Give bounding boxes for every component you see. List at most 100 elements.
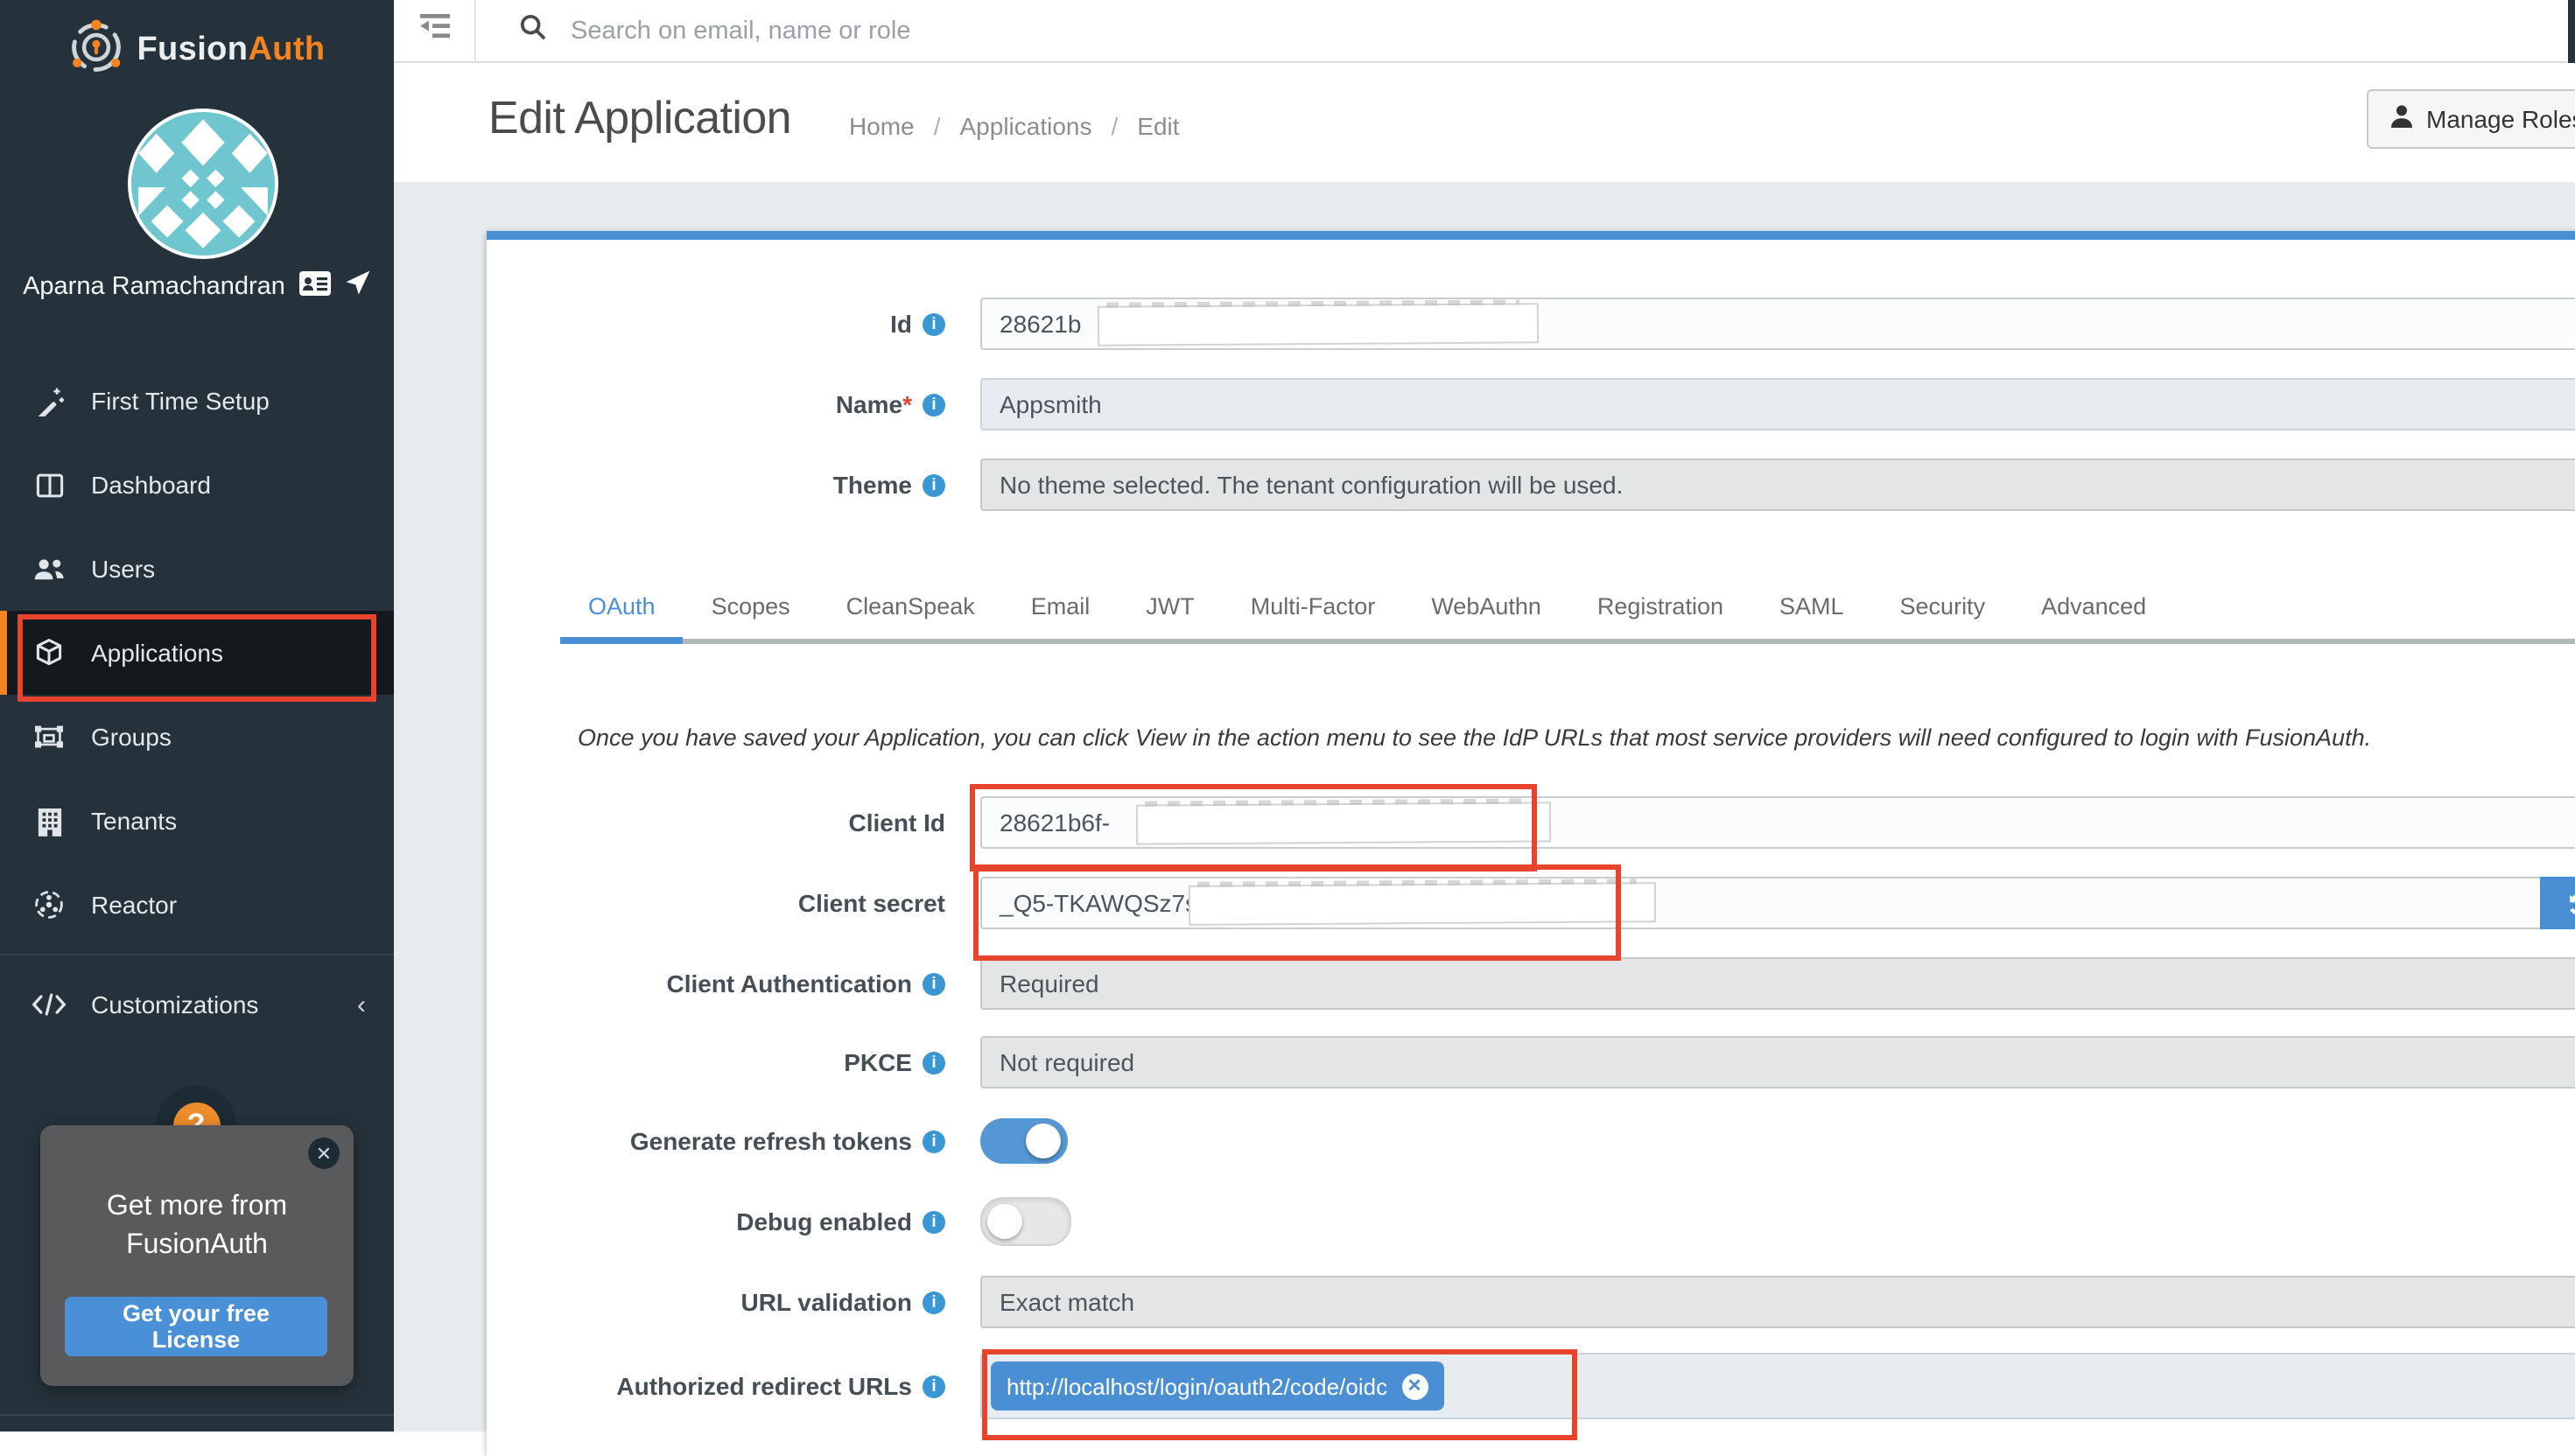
menu-divider <box>0 954 394 956</box>
field-row-id: Idi 28621b <box>487 298 2575 350</box>
sidebar-item-dashboard[interactable]: Dashboard <box>0 443 394 527</box>
sidebar-item-tenants[interactable]: Tenants <box>0 779 394 863</box>
promo-close-icon[interactable]: ✕ <box>308 1138 340 1169</box>
sidebar-item-label: Reactor <box>91 891 177 919</box>
redaction-overlay <box>1189 881 1656 925</box>
client-authentication-select[interactable]: Required <box>980 957 2575 1010</box>
generate-refresh-tokens-toggle[interactable] <box>980 1118 1068 1164</box>
id-label: Idi <box>487 310 945 338</box>
debug-enabled-label: Debug enabledi <box>487 1208 945 1236</box>
info-icon[interactable]: i <box>923 1210 945 1233</box>
breadcrumb-separator: / <box>934 112 941 140</box>
user-name: Aparna Ramachandran <box>23 273 285 301</box>
info-icon[interactable]: i <box>923 312 945 335</box>
breadcrumb-applications[interactable]: Applications <box>960 112 1092 140</box>
redirect-url-tag[interactable]: http://localhost/login/oauth2/code/oidc … <box>991 1362 1443 1410</box>
applications-cube-icon <box>32 635 67 670</box>
sidebar-item-customizations[interactable]: Customizations ‹ <box>0 962 394 1046</box>
field-row-theme: Themei No theme selected. The tenant con… <box>487 458 2575 511</box>
regenerate-client-secret-button[interactable] <box>2540 877 2575 929</box>
tenants-building-icon <box>32 803 67 838</box>
url-validation-label: URL validationi <box>487 1288 945 1316</box>
get-free-license-button[interactable]: Get your free License <box>65 1297 327 1356</box>
fusionauth-logo[interactable]: FusionAuth <box>0 0 394 102</box>
promo-title: Get more from FusionAuth <box>40 1188 354 1265</box>
field-row-client-authentication: Client Authenticationi Required <box>487 957 2575 1010</box>
id-input[interactable]: 28621b <box>980 298 2575 350</box>
tab-registration[interactable]: Registration <box>1569 593 1751 644</box>
info-icon[interactable]: i <box>923 972 945 995</box>
redaction-overlay <box>1136 801 1551 844</box>
sidebar-item-users[interactable]: Users <box>0 527 394 611</box>
info-icon[interactable]: i <box>923 1130 945 1152</box>
breadcrumb: Home/Applications/Edit <box>849 112 1180 140</box>
id-card-icon[interactable] <box>299 270 331 304</box>
page-header: Edit Application Home/Applications/Edit … <box>394 63 2575 182</box>
tab-oauth[interactable]: OAuth <box>560 593 684 644</box>
sidebar-item-label: Groups <box>91 723 172 751</box>
topbar-right-sliver <box>2568 0 2575 65</box>
sidebar: FusionAuth <box>0 0 394 1432</box>
login-locator-icon[interactable] <box>345 270 371 304</box>
info-icon[interactable]: i <box>923 1291 945 1313</box>
name-input[interactable]: Appsmith <box>980 378 2575 430</box>
application-form-card: Idi 28621b Name* i Appsmith Themei No th… <box>487 231 2575 1456</box>
tab-advanced[interactable]: Advanced <box>2013 593 2174 644</box>
client-authentication-label: Client Authenticationi <box>487 970 945 998</box>
code-icon <box>32 987 67 1022</box>
debug-enabled-toggle[interactable] <box>980 1197 1071 1246</box>
tab-bar: OAuthScopesCleanSpeakEmailJWTMulti-Facto… <box>487 586 2575 644</box>
info-icon[interactable]: i <box>923 1375 945 1397</box>
page-title: Edit Application <box>488 91 791 145</box>
sidebar-item-label: Tenants <box>91 807 177 835</box>
oauth-note: Once you have saved your Application, yo… <box>578 724 2521 751</box>
info-icon[interactable]: i <box>923 473 945 496</box>
tab-saml[interactable]: SAML <box>1751 593 1872 644</box>
sidebar-item-label: Customizations <box>91 990 258 1018</box>
tab-scopes[interactable]: Scopes <box>684 593 818 644</box>
sidebar-collapse-column <box>394 0 476 63</box>
avatar <box>128 108 278 259</box>
tab-jwt[interactable]: JWT <box>1118 593 1223 644</box>
field-row-url-validation: URL validationi Exact match <box>487 1276 2575 1328</box>
authorized-redirect-urls-input[interactable]: http://localhost/login/oauth2/code/oidc … <box>980 1353 2575 1419</box>
manage-roles-button[interactable]: Manage Roles <box>2367 89 2575 149</box>
breadcrumb-home[interactable]: Home <box>849 112 915 140</box>
sidebar-item-groups[interactable]: Groups <box>0 695 394 779</box>
client-secret-input[interactable]: _Q5-TKAWQSz7s <box>980 877 2575 929</box>
wand-icon <box>32 383 67 418</box>
sidebar-item-label: First Time Setup <box>91 387 270 415</box>
client-id-label: Client Id <box>487 808 945 836</box>
sidebar-item-reactor[interactable]: Reactor <box>0 863 394 947</box>
user-row: Aparna Ramachandran <box>0 266 394 308</box>
chevron-collapse-icon[interactable]: ‹ <box>357 990 366 1019</box>
pkce-select[interactable]: Not required <box>980 1036 2575 1088</box>
url-validation-select[interactable]: Exact match <box>980 1276 2575 1328</box>
breadcrumb-separator: / <box>1112 112 1119 140</box>
remove-tag-icon[interactable]: ✕ <box>1401 1373 1428 1399</box>
sidebar-item-applications[interactable]: Applications <box>0 611 394 695</box>
field-row-name: Name* i Appsmith <box>487 378 2575 430</box>
tab-cleanspeak[interactable]: CleanSpeak <box>818 593 1003 644</box>
generate-refresh-tokens-label: Generate refresh tokensi <box>487 1127 945 1155</box>
client-id-input[interactable]: 28621b6f- <box>980 796 2575 849</box>
info-icon[interactable]: i <box>923 393 945 416</box>
sidebar-item-label: Applications <box>91 639 223 667</box>
global-search <box>476 0 2575 63</box>
name-label: Name* i <box>487 390 945 418</box>
theme-label: Themei <box>487 471 945 499</box>
collapse-menu-icon[interactable] <box>419 14 449 47</box>
search-input[interactable] <box>567 15 1694 46</box>
field-row-pkce: PKCEi Not required <box>487 1036 2575 1088</box>
tab-webauthn[interactable]: WebAuthn <box>1403 593 1569 644</box>
sidebar-item-first-time-setup[interactable]: First Time Setup <box>0 359 394 443</box>
field-row-client-id: Client Id 28621b6f- <box>487 796 2575 849</box>
pkce-label: PKCEi <box>487 1048 945 1076</box>
sidebar-bottom-divider <box>0 1414 394 1416</box>
reactor-icon <box>32 887 67 922</box>
info-icon[interactable]: i <box>923 1051 945 1074</box>
tab-security[interactable]: Security <box>1872 593 2014 644</box>
tab-email[interactable]: Email <box>1003 593 1119 644</box>
theme-select[interactable]: No theme selected. The tenant configurat… <box>980 458 2575 511</box>
tab-multi-factor[interactable]: Multi-Factor <box>1223 593 1404 644</box>
